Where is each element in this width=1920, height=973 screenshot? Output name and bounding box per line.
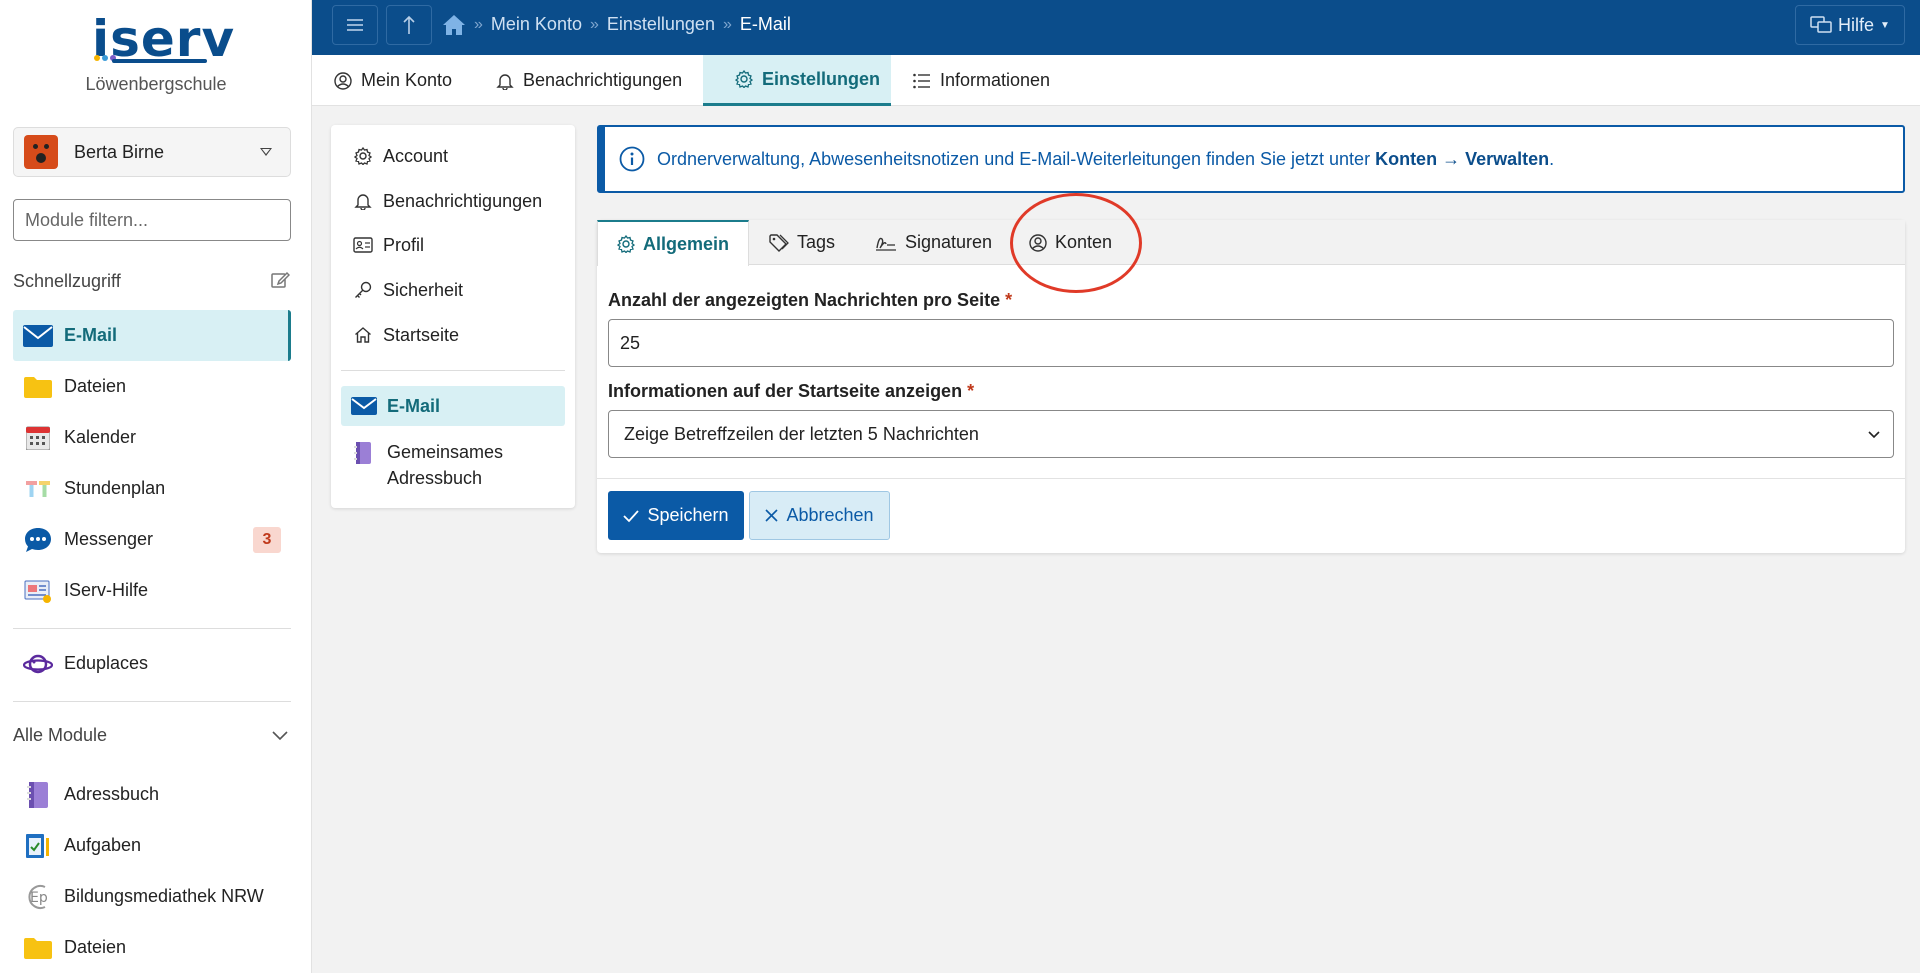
iserv-logo[interactable]: iserv <box>92 14 234 66</box>
settings-item-account[interactable]: Account <box>341 136 565 176</box>
sidebar-item-bildungsmediathek[interactable]: Ep Bildungsmediathek NRW <box>13 871 291 922</box>
sidebar-item-dateien-2[interactable]: Dateien <box>13 922 291 973</box>
caret-down-icon <box>260 148 272 156</box>
ep-icon: Ep <box>23 882 53 912</box>
calendar-icon <box>23 423 53 453</box>
close-icon <box>765 509 779 522</box>
help-book-icon <box>23 576 53 606</box>
up-level-button[interactable] <box>386 5 432 45</box>
menu-toggle-button[interactable] <box>332 5 378 45</box>
list-icon <box>913 73 930 88</box>
school-name: Löwenbergschule <box>85 74 227 94</box>
sidebar-item-messenger[interactable]: Messenger 3 <box>13 514 291 565</box>
breadcrumb-mein-konto[interactable]: Mein Konto <box>491 14 582 35</box>
breadcrumb-email: E-Mail <box>739 14 791 34</box>
sidebar-item-kalender[interactable]: Kalender <box>13 412 291 463</box>
settings-item-sicherheit[interactable]: Sicherheit <box>341 270 565 310</box>
planet-icon <box>23 649 53 679</box>
mail-icon <box>23 321 53 351</box>
address-book-icon <box>353 442 373 464</box>
info-icon <box>619 146 645 172</box>
help-button[interactable]: Hilfe ▼ <box>1795 5 1905 45</box>
chat-icon <box>23 525 53 555</box>
hamburger-icon <box>347 19 363 31</box>
user-menu[interactable]: Berta Birne <box>13 127 291 177</box>
tab-signaturen[interactable]: Signaturen <box>875 220 992 265</box>
top-bar: » Mein Konto » Einstellungen » E-Mail Hi… <box>312 0 1920 55</box>
tasks-icon <box>23 831 53 861</box>
breadcrumb: » Mein Konto » Einstellungen » E-Mail <box>443 0 791 49</box>
svg-text:Ep: Ep <box>30 890 48 906</box>
per-page-label: Anzahl der angezeigten Nachrichten pro S… <box>608 290 1013 310</box>
home-icon <box>353 325 373 345</box>
info-alert: Ordnerverwaltung, Abwesenheitsnotizen un… <box>597 125 1905 193</box>
startpage-select[interactable]: Zeige Betreffzeilen der letzten 5 Nachri… <box>608 410 1894 458</box>
timetable-icon <box>23 474 53 504</box>
sidebar-item-stundenplan[interactable]: Stundenplan <box>13 463 291 514</box>
help-chat-icon <box>1810 16 1832 33</box>
module-filter-input[interactable] <box>13 199 291 241</box>
id-card-icon <box>353 235 373 255</box>
gear-icon <box>735 70 753 88</box>
folder-icon <box>23 372 53 402</box>
caret-down-icon: ▼ <box>1880 19 1890 31</box>
settings-item-benachrichtigungen[interactable]: Benachrichtigungen <box>341 181 565 221</box>
signature-icon <box>876 237 896 251</box>
check-icon <box>623 509 640 522</box>
home-icon[interactable] <box>442 14 466 36</box>
address-book-icon <box>23 780 53 810</box>
sidebar-item-aufgaben[interactable]: Aufgaben <box>13 820 291 871</box>
tab-mein-konto[interactable]: Mein Konto <box>334 55 452 106</box>
breadcrumb-einstellungen[interactable]: Einstellungen <box>607 14 715 35</box>
sidebar-item-adressbuch[interactable]: Adressbuch <box>13 769 291 820</box>
account-tabs: Mein Konto Benachrichtigungen Einstellun… <box>312 55 1920 106</box>
sidebar-item-email[interactable]: E-Mail <box>13 310 291 361</box>
verwalten-link[interactable]: Verwalten <box>1465 149 1549 169</box>
folder-icon <box>23 933 53 963</box>
info-text: Ordnerverwaltung, Abwesenheitsnotizen un… <box>657 148 1555 169</box>
settings-item-startseite[interactable]: Startseite <box>341 315 565 355</box>
tab-informationen[interactable]: Informationen <box>913 55 1050 106</box>
avatar <box>24 135 58 169</box>
chevron-down-icon <box>1868 431 1880 439</box>
sidebar-item-dateien[interactable]: Dateien <box>13 361 291 412</box>
tab-einstellungen[interactable]: Einstellungen <box>703 55 891 106</box>
bell-icon <box>496 73 514 90</box>
key-icon <box>353 280 373 300</box>
unread-badge: 3 <box>253 526 281 553</box>
user-circle-icon <box>334 71 352 90</box>
arrow-up-icon <box>403 15 415 34</box>
settings-menu: Account Benachrichtigungen Profil Sicher… <box>331 125 575 508</box>
settings-item-profil[interactable]: Profil <box>341 225 565 265</box>
startpage-label: Informationen auf der Startseite anzeige… <box>608 381 975 401</box>
tab-benachrichtigungen[interactable]: Benachrichtigungen <box>496 55 682 106</box>
bell-icon <box>353 191 373 211</box>
chevron-down-icon[interactable] <box>272 727 288 743</box>
email-settings-tabs: Allgemein Tags Signaturen Konten <box>597 220 1905 266</box>
all-modules-heading[interactable]: Alle Module <box>13 725 107 746</box>
edit-icon[interactable] <box>270 270 290 290</box>
user-name: Berta Birne <box>74 141 165 162</box>
quick-access-heading: Schnellzugriff <box>13 271 121 291</box>
gear-icon <box>353 146 373 166</box>
tab-tags[interactable]: Tags <box>769 220 835 265</box>
save-button[interactable]: Speichern <box>608 491 744 540</box>
mail-icon <box>351 396 377 416</box>
sidebar: iserv Löwenbergschule Berta Birne Schnel… <box>0 0 312 973</box>
per-page-input[interactable] <box>608 319 1894 367</box>
highlight-annotation <box>1010 193 1142 293</box>
tag-icon <box>769 233 789 252</box>
settings-item-email[interactable]: E-Mail <box>341 386 565 426</box>
gear-icon <box>617 235 635 253</box>
sidebar-item-eduplaces[interactable]: Eduplaces <box>13 638 291 689</box>
konten-link[interactable]: Konten <box>1375 149 1437 169</box>
tab-allgemein[interactable]: Allgemein <box>597 220 749 266</box>
email-settings-card: Allgemein Tags Signaturen Konten Anzahl … <box>597 220 1905 553</box>
sidebar-item-iserv-hilfe[interactable]: IServ-Hilfe <box>13 565 291 616</box>
settings-item-gemeinsames-adressbuch[interactable]: Gemeinsames Adressbuch <box>341 439 565 495</box>
cancel-button[interactable]: Abbrechen <box>749 491 890 540</box>
